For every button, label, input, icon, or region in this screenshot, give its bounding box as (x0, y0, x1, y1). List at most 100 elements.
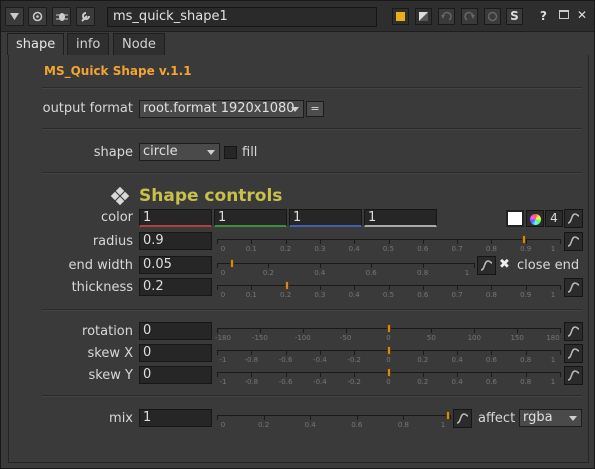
thickness-slider[interactable]: 0 0.1 0.2 0.3 0.4 0.5 0.6 0.7 0.8 0.9 1 (217, 281, 561, 303)
mix-field[interactable]: 1 (139, 409, 212, 427)
slider-tick-label: 0.1 (245, 245, 257, 253)
tab-node[interactable]: Node (113, 33, 165, 55)
animation-curve-icon[interactable] (564, 209, 583, 228)
animation-curve-icon[interactable] (477, 256, 496, 275)
slider-tick (422, 286, 424, 290)
slider-tick-label: 180 (546, 334, 560, 342)
sticky-s-button[interactable]: S (506, 8, 523, 25)
slider-tick (491, 351, 493, 355)
divider (42, 128, 582, 130)
slider-tick (354, 240, 356, 244)
slider-tick-label: 0.2 (417, 378, 429, 386)
bug-icon[interactable] (52, 7, 71, 26)
rotation-slider[interactable]: -180 -150 -100 -50 0 50 100 150 180 (215, 324, 561, 346)
mix-slider[interactable]: 0 0.2 0.4 0.6 0.8 1 (217, 411, 451, 433)
slider-handle[interactable] (284, 281, 289, 290)
slider-tick (217, 240, 218, 244)
shape-value: circle (143, 144, 178, 159)
slider-handle[interactable] (522, 235, 527, 244)
slider-tick (285, 240, 287, 244)
slider-handle[interactable] (386, 346, 391, 355)
end-width-field[interactable]: 0.05 (139, 256, 212, 274)
affect-label: affect (478, 411, 516, 426)
slider-tick (356, 416, 358, 420)
slider-tick (302, 329, 304, 333)
animation-curve-icon[interactable] (564, 278, 583, 297)
shape-dropdown[interactable]: circle (139, 143, 220, 161)
close-end-checkbox[interactable]: ✖ (499, 258, 512, 272)
radius-label: radius (92, 234, 133, 249)
animation-curve-icon[interactable] (564, 344, 583, 363)
radius-slider[interactable]: 0 0.1 0.2 0.3 0.4 0.5 0.6 0.7 0.8 0.9 1 (217, 235, 561, 257)
end-width-slider[interactable]: 0 0.2 0.4 0.6 0.8 1 (217, 259, 475, 281)
format-equals-button[interactable]: = (306, 101, 324, 117)
undo-icon[interactable] (438, 8, 455, 25)
rotation-field[interactable]: 0 (139, 322, 212, 340)
chevron-down-icon (207, 150, 215, 155)
font-color-button[interactable] (415, 8, 432, 25)
output-format-dropdown[interactable]: root.format 1920x1080 (139, 100, 304, 118)
slider-tick (319, 264, 321, 268)
skew-x-slider[interactable]: -1 -0.8 -0.6 -0.4 -0.2 0 0.2 0.4 0.6 0.8 1 (217, 346, 561, 368)
divider (42, 87, 582, 89)
slider-tick-label: -1 (219, 378, 227, 386)
node-color-button[interactable] (392, 8, 409, 25)
slider-tick-label: -0.8 (244, 378, 259, 386)
slider-handle[interactable] (229, 259, 234, 268)
redo-icon[interactable] (461, 8, 478, 25)
slider-tick-label: 150 (510, 334, 524, 342)
slider-tick (517, 329, 519, 333)
thickness-field[interactable]: 0.2 (139, 278, 212, 296)
color-g-field[interactable]: 1 (214, 209, 287, 227)
slider-tick-label: -0.6 (278, 378, 293, 386)
slider-tick (560, 286, 561, 290)
animation-curve-icon[interactable] (564, 232, 583, 251)
slider-handle[interactable] (386, 368, 391, 377)
skew-x-field[interactable]: 0 (139, 344, 212, 362)
slider-tick (560, 373, 561, 377)
close-icon[interactable]: ✕ (577, 8, 587, 22)
animation-curve-icon[interactable] (564, 366, 583, 385)
slider-tick (431, 329, 433, 333)
revert-icon[interactable] (484, 8, 501, 25)
slider-tick-label: -0.2 (347, 378, 362, 386)
help-icon[interactable]: ? (540, 9, 547, 23)
slider-tick-label: -0.4 (313, 378, 327, 386)
node-center-icon[interactable] (28, 7, 47, 26)
slider-tick (457, 240, 459, 244)
slider-tick (268, 264, 270, 268)
end-width-label: end width (68, 258, 133, 273)
slider-tick (474, 264, 475, 268)
color-b-field[interactable]: 1 (289, 209, 362, 227)
affect-dropdown[interactable]: rgba (519, 409, 582, 427)
node-name-input[interactable]: ms_quick_shape1 (107, 7, 377, 27)
slider-tick-label: 0.7 (451, 245, 463, 253)
tab-shape[interactable]: shape (7, 33, 65, 55)
animation-curve-icon[interactable] (564, 322, 583, 341)
skew-y-slider[interactable]: -1 -0.8 -0.6 -0.4 -0.2 0 0.2 0.4 0.6 0.8 1 (217, 368, 561, 390)
color-wheel-button[interactable] (526, 210, 544, 227)
collapse-triangle-icon[interactable] (5, 7, 24, 26)
channel-count-button[interactable]: 4 (545, 210, 563, 227)
slider-tick-label: -0.2 (347, 356, 362, 364)
color-a-field[interactable]: 1 (364, 209, 437, 227)
slider-tick (259, 329, 261, 333)
float-icon[interactable] (559, 10, 569, 19)
color-swatch[interactable] (506, 210, 524, 227)
skew-y-field[interactable]: 0 (139, 366, 212, 384)
color-r-field[interactable]: 1 (139, 209, 212, 227)
slider-handle[interactable] (386, 324, 391, 333)
slider-tick (422, 240, 424, 244)
fill-checkbox[interactable] (224, 146, 237, 159)
slider-tick (371, 264, 373, 268)
wrench-icon[interactable] (76, 7, 95, 26)
slider-tick-label: 1 (550, 291, 556, 299)
slider-tick-label: 0.6 (485, 356, 497, 364)
slider-tick (457, 351, 459, 355)
slider-tick (251, 240, 253, 244)
slider-tick (285, 373, 287, 377)
tab-info[interactable]: info (67, 33, 110, 55)
animation-curve-icon[interactable] (453, 409, 472, 428)
radius-field[interactable]: 0.9 (139, 232, 212, 250)
slider-handle[interactable] (446, 411, 450, 420)
